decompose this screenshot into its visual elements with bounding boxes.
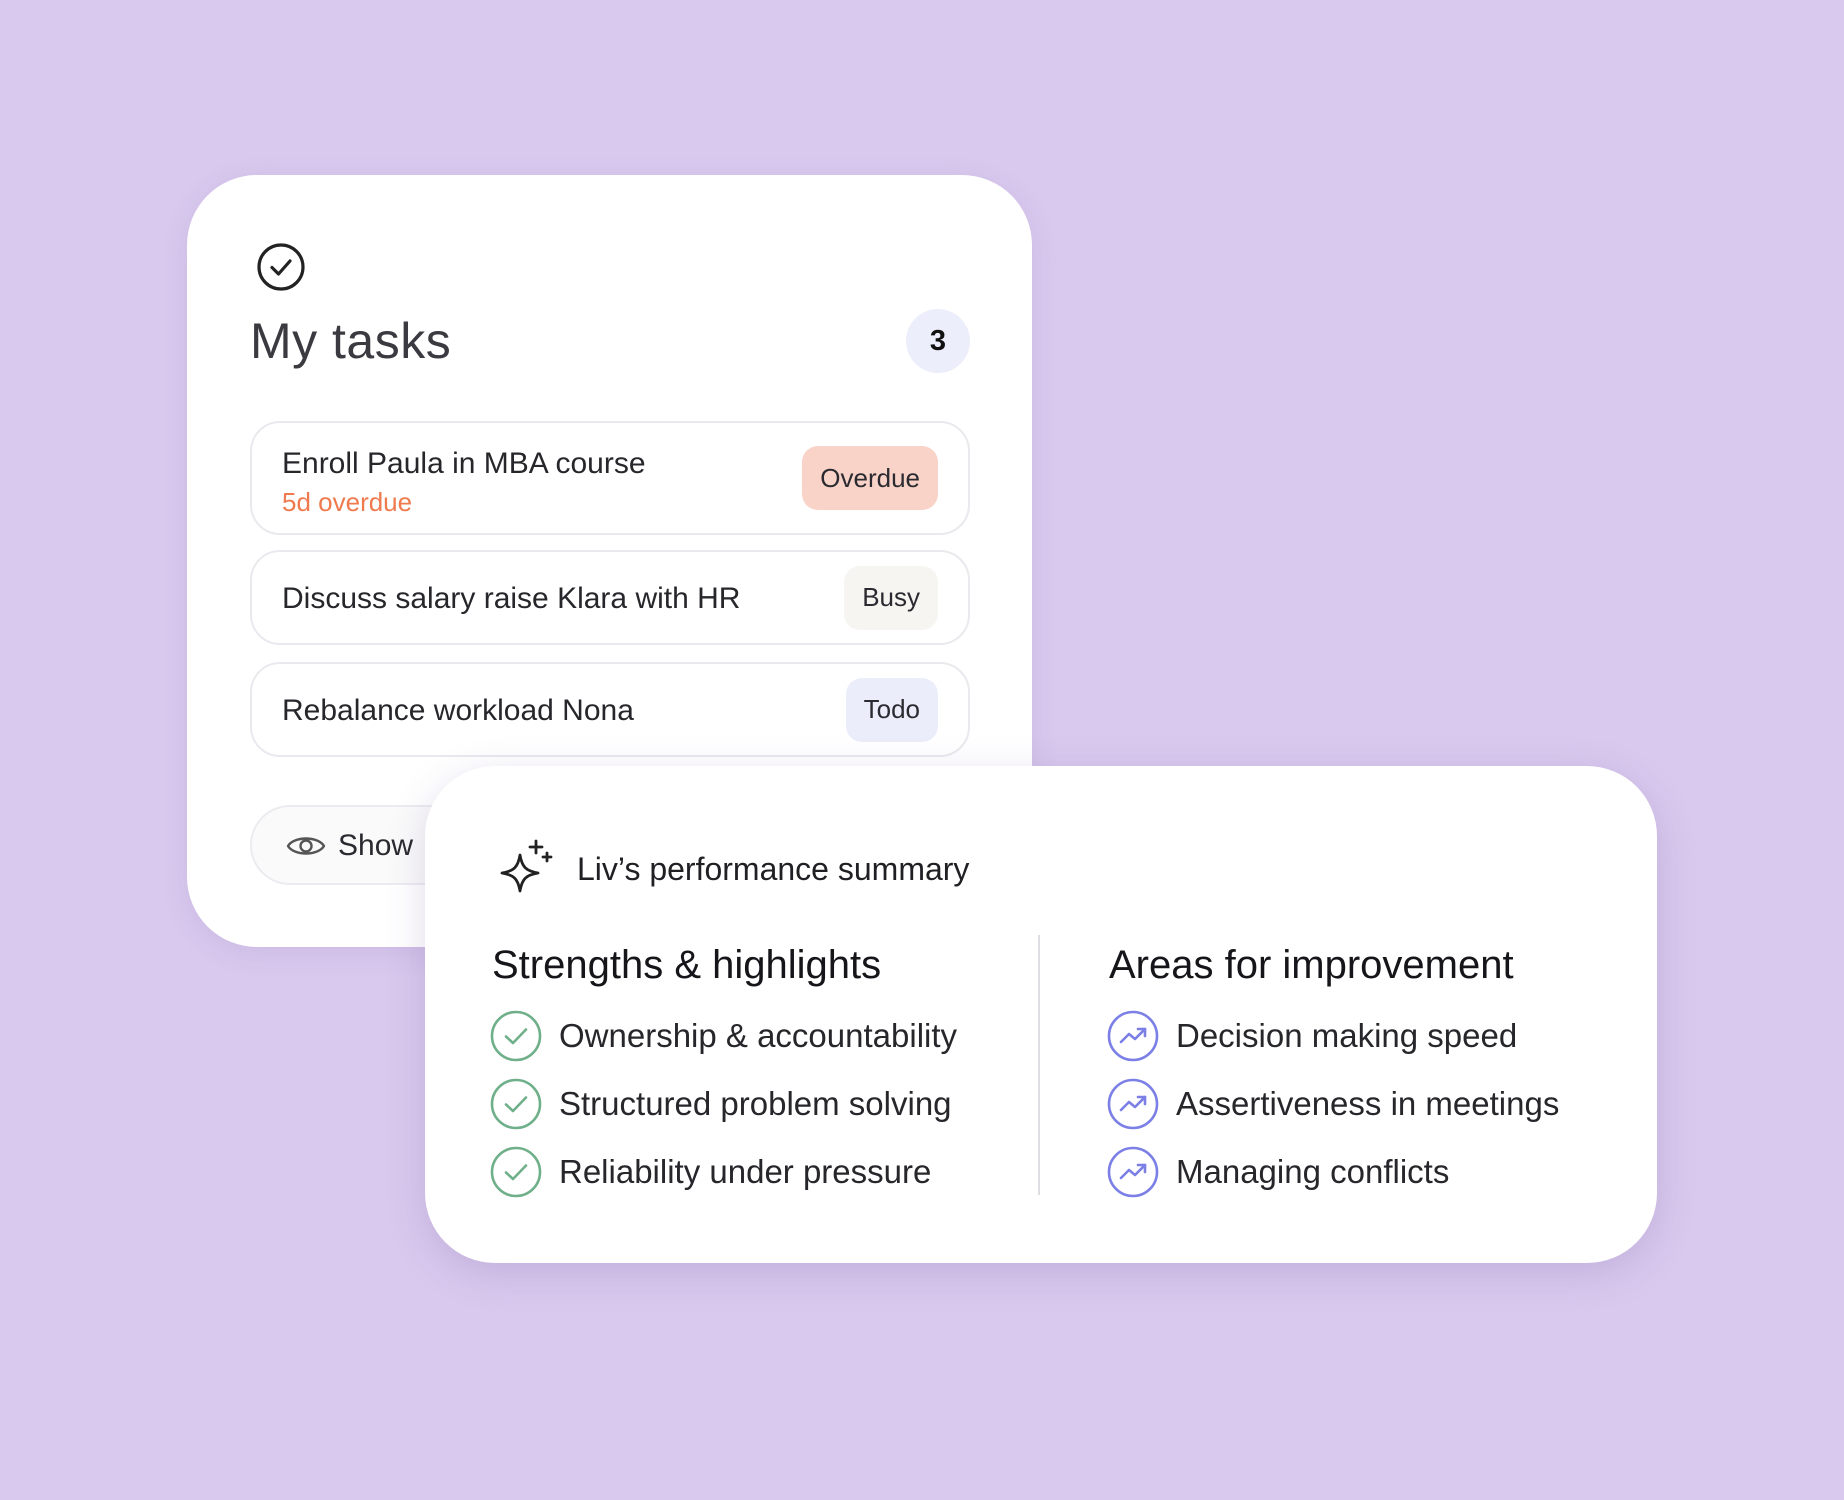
strength-label: Ownership & accountability — [559, 1017, 958, 1054]
summary-title: Liv’s performance summary — [577, 851, 970, 887]
improvement-item: Managing conflicts — [1107, 1146, 1449, 1198]
task-label: Discuss salary raise Klara with HR — [282, 582, 741, 615]
task-count-badge: 3 — [906, 309, 970, 373]
strength-item: Reliability under pressure — [490, 1146, 931, 1198]
task-row[interactable]: Discuss salary raise Klara with HR Busy — [250, 550, 970, 645]
strengths-heading: Strengths & highlights — [492, 943, 882, 987]
strength-label: Reliability under pressure — [559, 1153, 932, 1190]
trending-up-icon — [1107, 1078, 1159, 1130]
improvement-label: Assertiveness in meetings — [1176, 1085, 1560, 1122]
trending-up-icon — [1107, 1146, 1159, 1198]
strength-item: Ownership & accountability — [490, 1010, 957, 1062]
task-row[interactable]: Enroll Paula in MBA course 5d overdue Ov… — [250, 421, 970, 535]
trending-up-icon — [1107, 1010, 1159, 1062]
improvement-label: Managing conflicts — [1176, 1153, 1450, 1190]
task-overdue-note: 5d overdue — [282, 487, 413, 517]
eye-icon — [286, 837, 326, 855]
check-circle-icon — [490, 1146, 542, 1198]
improvement-item: Assertiveness in meetings — [1107, 1078, 1559, 1130]
improvements-heading: Areas for improvement — [1109, 943, 1514, 987]
strength-item: Structured problem solving — [490, 1078, 952, 1130]
sparkle-icon — [500, 839, 553, 893]
tasks-title: My tasks — [250, 313, 452, 369]
strength-label: Structured problem solving — [559, 1085, 952, 1122]
check-circle-icon — [490, 1078, 542, 1130]
status-badge: Overdue — [802, 446, 938, 510]
show-label: Show — [338, 829, 414, 862]
task-label: Enroll Paula in MBA course — [282, 447, 646, 480]
column-divider — [1038, 935, 1040, 1195]
check-circle-icon — [490, 1010, 542, 1062]
status-badge: Busy — [844, 565, 938, 630]
improvement-label: Decision making speed — [1176, 1017, 1518, 1054]
task-row[interactable]: Rebalance workload Nona Todo — [250, 662, 970, 757]
improvement-item: Decision making speed — [1107, 1010, 1517, 1062]
canvas: My tasks 3 Enroll Paula in MBA course 5d… — [0, 0, 1844, 1500]
task-label: Rebalance workload Nona — [282, 694, 634, 727]
check-circle-icon — [257, 243, 305, 291]
status-badge: Todo — [845, 677, 938, 742]
